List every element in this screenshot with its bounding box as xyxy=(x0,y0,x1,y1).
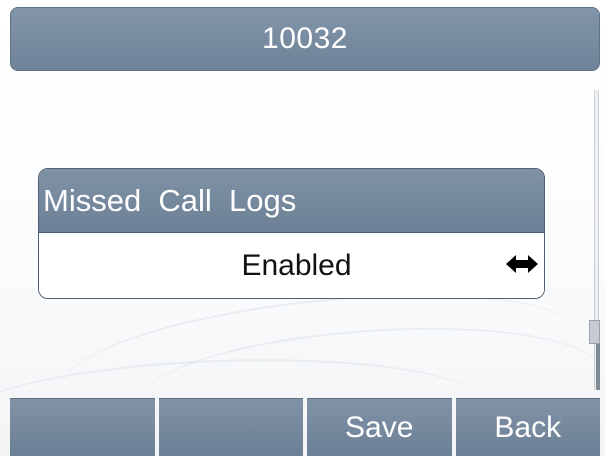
setting-value: Enabled xyxy=(241,248,352,282)
setting-label: Missed Call Logs xyxy=(39,169,544,233)
phone-screen: 10032 Missed Call Logs Enabled Save Back xyxy=(0,0,605,456)
scrollbar-indicator xyxy=(596,340,600,390)
setting-value-selector[interactable]: Enabled xyxy=(39,233,544,298)
setting-missed-call-logs[interactable]: Missed Call Logs Enabled xyxy=(38,168,545,299)
scrollbar-thumb[interactable] xyxy=(589,320,600,344)
title-text: 10032 xyxy=(262,22,348,55)
title-bar: 10032 xyxy=(10,7,600,71)
softkey-bar: Save Back xyxy=(10,398,600,456)
save-button[interactable]: Save xyxy=(307,398,452,456)
back-button[interactable]: Back xyxy=(455,398,600,456)
left-right-arrows-icon xyxy=(506,255,538,273)
softkey-1[interactable] xyxy=(10,398,155,456)
softkey-2[interactable] xyxy=(158,398,303,456)
